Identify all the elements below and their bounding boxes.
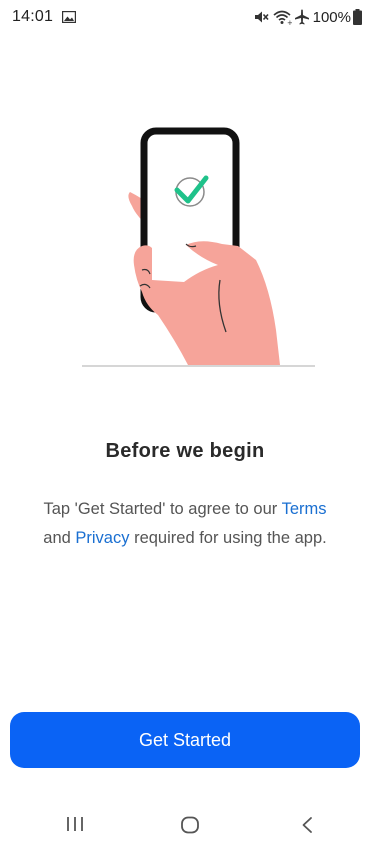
gallery-icon <box>62 11 76 23</box>
status-bar: 14:01 + 100% <box>0 0 370 34</box>
recent-apps-icon[interactable] <box>66 816 84 832</box>
system-nav-bar <box>0 800 370 842</box>
battery-icon <box>353 9 362 25</box>
battery-percent: 100% <box>312 8 351 26</box>
page-title: Before we begin <box>105 440 265 462</box>
privacy-link[interactable]: Privacy <box>75 529 129 547</box>
consent-description: Tap 'Get Started' to agree to our Terms … <box>40 495 330 553</box>
mute-icon <box>254 11 269 23</box>
get-started-button[interactable]: Get Started <box>10 712 360 768</box>
phone-hand-illustration <box>82 127 315 367</box>
desc-prefix: Tap 'Get Started' to agree to our <box>43 500 278 518</box>
back-icon[interactable] <box>300 816 314 834</box>
desc-conjunction: and <box>43 529 71 547</box>
wifi-icon: + <box>273 10 292 25</box>
svg-text:+: + <box>287 19 292 25</box>
status-icons: + 100% <box>253 7 362 27</box>
home-icon[interactable] <box>180 816 200 834</box>
status-time: 14:01 <box>12 8 54 25</box>
terms-link[interactable]: Terms <box>282 500 327 518</box>
airplane-icon <box>294 9 309 25</box>
desc-suffix: required for using the app. <box>134 529 327 547</box>
